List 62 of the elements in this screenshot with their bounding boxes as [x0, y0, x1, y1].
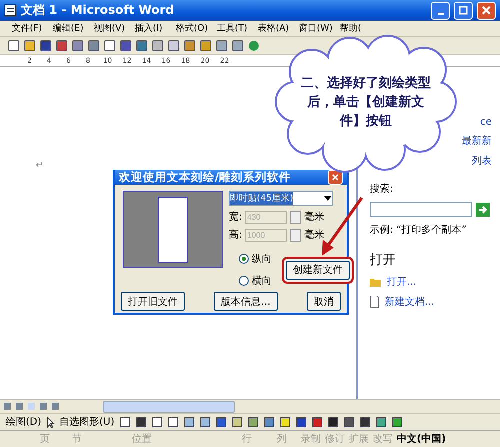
task-pane-link[interactable]: 列表 — [472, 154, 492, 168]
task-pane-link[interactable]: 打开... — [370, 275, 492, 289]
menu-item[interactable]: 格式(O) — [176, 22, 214, 35]
close-button[interactable] — [328, 170, 343, 185]
scrollbar-thumb[interactable] — [103, 400, 235, 412]
close-icon — [332, 174, 339, 181]
callout-text: 二、选择好了刻绘类型后，单击【创建新文件】按钮 — [300, 74, 432, 131]
material-dropdown[interactable]: 即时贴(45厘米) — [229, 191, 333, 206]
status-indicator: 扩展 — [349, 432, 370, 446]
field-label: 高: — [229, 228, 242, 242]
search-example: 示例: “打印多个副本” — [370, 224, 468, 237]
dialog-button[interactable]: 版本信息... — [214, 292, 278, 311]
task-pane-link[interactable]: 最新新 — [462, 134, 492, 148]
word-document-icon — [4, 4, 17, 17]
minimize-button[interactable] — [431, 2, 450, 20]
section-title: 打开 — [370, 252, 397, 269]
field-label: 宽: — [229, 210, 242, 224]
status-indicator: 页 — [40, 433, 51, 446]
close-button[interactable] — [477, 2, 496, 20]
horizontal-scrollbar[interactable] — [0, 399, 500, 413]
dialog-button[interactable]: 打开旧文件 — [121, 292, 185, 311]
status-indicator: 改写 — [373, 433, 394, 446]
menu-item[interactable]: 窗口(W) — [299, 22, 337, 35]
window-title: 文档 1 - Microsoft Word — [21, 2, 176, 19]
go-button[interactable] — [476, 202, 490, 216]
menu-item[interactable]: 帮助( — [340, 22, 378, 35]
dialog-button[interactable]: 取消 — [306, 292, 341, 311]
search-label: 搜索: — [370, 182, 394, 196]
task-pane-link[interactable]: 新建文档... — [370, 295, 492, 309]
radio-label: 横向 — [252, 274, 272, 288]
minimize-icon — [438, 12, 444, 14]
status-indicator: 列 — [277, 433, 288, 446]
dialog-title: 欢迎使用文本刻绘/雕刻系列软件 — [119, 170, 292, 185]
status-indicator: 中文(中国) — [397, 432, 448, 446]
menu-item[interactable]: 工具(T) — [217, 22, 255, 35]
status-indicator: 位置 — [132, 432, 153, 446]
paragraph-mark: ↵ — [36, 161, 44, 171]
menu-item[interactable]: 编辑(E) — [53, 22, 91, 35]
menu-item[interactable]: 文件(F) — [12, 22, 50, 35]
pointer-icon[interactable] — [46, 416, 55, 428]
status-indicator: 录制 — [301, 432, 322, 446]
close-icon — [482, 6, 491, 15]
status-indicator: 修订 — [325, 433, 346, 446]
radio-button[interactable] — [239, 254, 249, 264]
menu-item[interactable]: 表格(A) — [258, 22, 296, 35]
status-indicator: 行 — [242, 433, 253, 446]
sheet-shape — [158, 196, 188, 262]
status-indicator: 节 — [72, 432, 83, 446]
menu-item[interactable]: 插入(I) — [135, 22, 173, 35]
radio-label: 纵向 — [252, 253, 272, 266]
radio-button[interactable] — [239, 276, 249, 286]
maximize-button[interactable] — [454, 2, 473, 20]
dropdown-arrow-icon — [324, 196, 332, 201]
unit-label: 毫米 — [304, 228, 324, 242]
autoshapes-menu[interactable]: 自选图形(U) — [60, 415, 115, 429]
task-pane-link[interactable]: ce — [480, 117, 492, 128]
maximize-icon — [459, 6, 468, 15]
document-icon — [370, 296, 380, 308]
draw-menu[interactable]: 绘图(D) — [6, 415, 42, 429]
unit-label: 毫米 — [304, 210, 324, 224]
menu-item[interactable]: 视图(V) — [94, 22, 132, 35]
search-field[interactable] — [370, 202, 472, 217]
